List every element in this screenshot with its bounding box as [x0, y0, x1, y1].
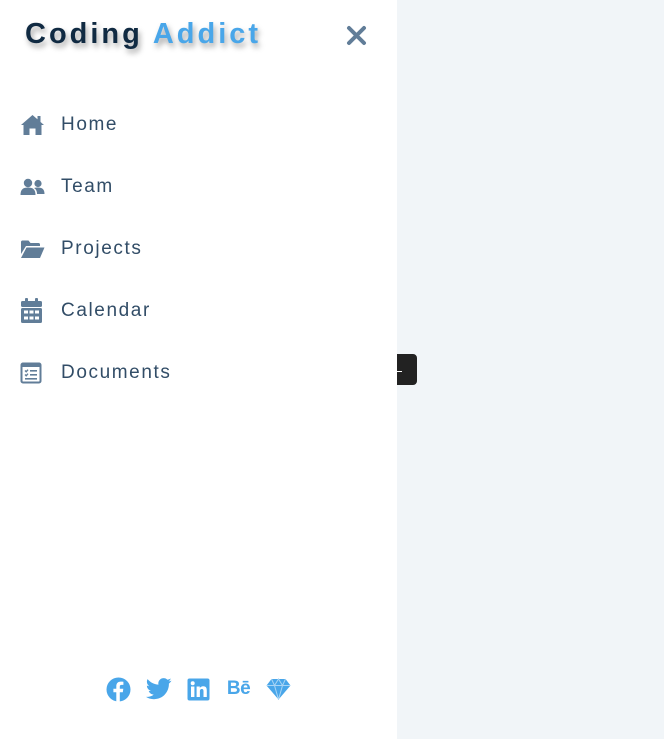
- twitter-icon: [145, 678, 171, 700]
- close-button[interactable]: [343, 22, 371, 50]
- logo-text-accent: Addict: [152, 18, 262, 50]
- logo: Coding Addict: [25, 18, 261, 51]
- home-icon: [20, 112, 46, 138]
- linkedin-icon: [187, 678, 210, 700]
- social-link-linkedin[interactable]: [186, 676, 212, 702]
- nav-item-documents[interactable]: Documents: [0, 342, 397, 404]
- folder-open-icon: [20, 236, 46, 262]
- nav-label: Home: [61, 114, 119, 135]
- nav-label: Projects: [61, 238, 143, 259]
- nav-label: Documents: [61, 362, 172, 383]
- toggle-bar-icon: [397, 371, 402, 372]
- facebook-icon: [106, 677, 131, 701]
- nav-label: Calendar: [61, 300, 151, 321]
- social-link-facebook[interactable]: [106, 676, 132, 702]
- nav-label: Team: [61, 176, 114, 197]
- social-link-twitter[interactable]: [145, 676, 172, 702]
- sidebar-header: Coding Addict: [0, 0, 397, 72]
- sidebar: Coding Addict Home Team Projects Calenda…: [0, 0, 397, 739]
- nav-item-calendar[interactable]: Calendar: [0, 280, 397, 342]
- nav-item-home[interactable]: Home: [0, 94, 397, 156]
- social-link-behance[interactable]: Bē: [226, 676, 252, 702]
- sketch-icon: [266, 678, 291, 700]
- page: Coding Addict Home Team Projects Calenda…: [0, 0, 664, 739]
- nav-item-projects[interactable]: Projects: [0, 218, 397, 280]
- document-icon: [20, 360, 46, 386]
- nav-item-team[interactable]: Team: [0, 156, 397, 218]
- behance-icon: Bē: [226, 678, 251, 699]
- calendar-icon: [20, 298, 46, 324]
- logo-text-primary: Coding: [25, 18, 143, 50]
- social-link-sketch[interactable]: [266, 676, 292, 702]
- close-icon: [347, 26, 366, 45]
- nav-links: Home Team Projects Calendar Documents: [0, 94, 397, 404]
- users-icon: [20, 174, 46, 200]
- social-links: Bē: [0, 676, 397, 702]
